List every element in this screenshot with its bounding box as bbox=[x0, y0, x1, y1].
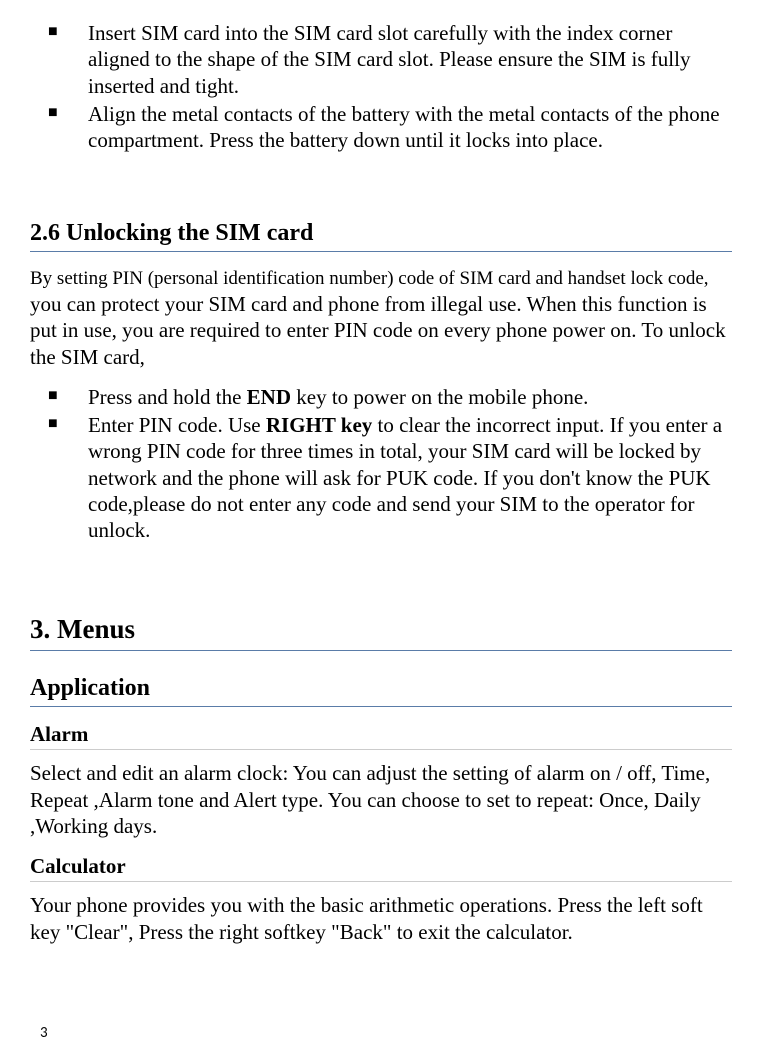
bullet-text: key to power on the mobile phone. bbox=[291, 385, 588, 409]
unlock-bullet-list: Press and hold the END key to power on t… bbox=[30, 384, 732, 544]
calculator-text: Your phone provides you with the basic a… bbox=[30, 892, 732, 945]
bullet-bold: RIGHT key bbox=[266, 413, 372, 437]
page-number: 3 bbox=[40, 1024, 48, 1043]
bullet-text: Enter PIN code. Use bbox=[88, 413, 266, 437]
list-item: Align the metal contacts of the battery … bbox=[30, 101, 732, 154]
sub-heading-application: Application bbox=[30, 673, 732, 707]
bullet-bold: END bbox=[247, 385, 291, 409]
intro-text-small: By setting PIN (personal identification … bbox=[30, 268, 709, 289]
intro-text-normal: you can protect your SIM card and phone … bbox=[30, 292, 726, 369]
item-heading-alarm: Alarm bbox=[30, 721, 732, 750]
top-bullet-list: Insert SIM card into the SIM card slot c… bbox=[30, 20, 732, 153]
chapter-heading-menus: 3. Menus bbox=[30, 613, 732, 651]
section-heading-unlock-sim: 2.6 Unlocking the SIM card bbox=[30, 218, 732, 252]
item-heading-calculator: Calculator bbox=[30, 853, 732, 882]
bullet-text: Press and hold the bbox=[88, 385, 247, 409]
list-item: Insert SIM card into the SIM card slot c… bbox=[30, 20, 732, 99]
list-item: Press and hold the END key to power on t… bbox=[30, 384, 732, 410]
alarm-text: Select and edit an alarm clock: You can … bbox=[30, 760, 732, 839]
list-item: Enter PIN code. Use RIGHT key to clear t… bbox=[30, 412, 732, 543]
section-intro-text: By setting PIN (personal identification … bbox=[30, 264, 732, 370]
